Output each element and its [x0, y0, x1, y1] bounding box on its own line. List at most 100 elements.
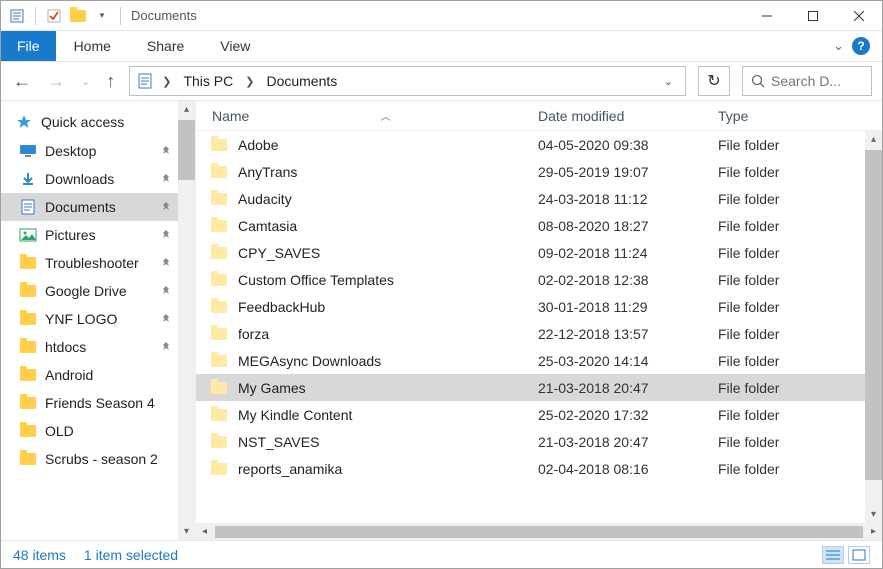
quick-access-toolbar: ▾	[1, 6, 125, 26]
sidebar-item-label: Friends Season 4	[45, 395, 155, 411]
refresh-button[interactable]: ↻	[698, 66, 730, 96]
sidebar-item[interactable]: Documents	[1, 193, 178, 221]
qat-dropdown-icon[interactable]: ▾	[92, 6, 112, 26]
folder-icon	[19, 311, 37, 327]
file-row[interactable]: CPY_SAVES09-02-2018 11:24File folder	[196, 239, 865, 266]
recent-menu-icon[interactable]: ⌄	[79, 75, 92, 88]
picture-icon	[19, 227, 37, 243]
tab-home[interactable]: Home	[56, 31, 129, 61]
properties-icon[interactable]	[7, 6, 27, 26]
main-area: Quick access DesktopDownloadsDocumentsPi…	[1, 101, 882, 540]
window-controls	[744, 1, 882, 31]
folder-icon	[19, 395, 37, 411]
column-header-name[interactable]: Name ︿	[196, 108, 522, 124]
chevron-down-icon[interactable]: ⌄	[833, 38, 844, 54]
file-name: Audacity	[238, 191, 292, 207]
address-dropdown-icon[interactable]: ⌄	[658, 75, 679, 88]
file-name: NST_SAVES	[238, 434, 319, 450]
file-row[interactable]: forza22-12-2018 13:57File folder	[196, 320, 865, 347]
sidebar-section-label: Quick access	[41, 114, 124, 130]
download-icon	[19, 171, 37, 187]
sidebar-item[interactable]: Pictures	[1, 221, 178, 249]
file-row[interactable]: FeedbackHub30-01-2018 11:29File folder	[196, 293, 865, 320]
file-row[interactable]: AnyTrans29-05-2019 19:07File folder	[196, 158, 865, 185]
maximize-button[interactable]	[790, 1, 836, 31]
sidebar-item[interactable]: Desktop	[1, 137, 178, 165]
help-icon[interactable]: ?	[852, 37, 870, 55]
file-row[interactable]: Adobe04-05-2020 09:38File folder	[196, 131, 865, 158]
scroll-up-icon[interactable]: ▴	[865, 131, 882, 148]
pin-icon	[160, 173, 172, 185]
folder-icon	[210, 191, 228, 207]
sidebar-item[interactable]: Troubleshooter	[1, 249, 178, 277]
file-row[interactable]: My Kindle Content25-02-2020 17:32File fo…	[196, 401, 865, 428]
horizontal-scrollbar[interactable]: ◂ ▸	[196, 523, 882, 540]
file-type: File folder	[702, 245, 865, 261]
column-header-date[interactable]: Date modified	[522, 108, 702, 124]
minimize-button[interactable]	[744, 1, 790, 31]
sidebar-item-label: YNF LOGO	[45, 311, 117, 327]
file-row[interactable]: NST_SAVES21-03-2018 20:47File folder	[196, 428, 865, 455]
file-name: forza	[238, 326, 269, 342]
chevron-right-icon[interactable]: ❯	[158, 75, 175, 88]
folder-icon	[210, 434, 228, 450]
file-row[interactable]: Audacity24-03-2018 11:12File folder	[196, 185, 865, 212]
column-headers: Name ︿ Date modified Type	[196, 101, 882, 131]
scroll-up-icon[interactable]: ▴	[178, 101, 195, 118]
sidebar-item[interactable]: YNF LOGO	[1, 305, 178, 333]
sidebar-scrollbar[interactable]: ▴ ▾	[178, 101, 195, 540]
file-row[interactable]: Camtasia08-08-2020 18:27File folder	[196, 212, 865, 239]
sidebar-item[interactable]: Friends Season 4	[1, 389, 178, 417]
file-row[interactable]: MEGAsync Downloads25-03-2020 14:14File f…	[196, 347, 865, 374]
file-type: File folder	[702, 137, 865, 153]
column-header-type[interactable]: Type	[702, 108, 865, 124]
file-name: reports_anamika	[238, 461, 342, 477]
close-button[interactable]	[836, 1, 882, 31]
scroll-thumb[interactable]	[178, 120, 195, 180]
large-icons-view-button[interactable]	[848, 546, 870, 564]
file-row[interactable]: My Games21-03-2018 20:47File folder	[196, 374, 865, 401]
search-input[interactable]	[771, 73, 851, 89]
details-view-button[interactable]	[822, 546, 844, 564]
sidebar-item[interactable]: Android	[1, 361, 178, 389]
breadcrumb-item[interactable]: Documents	[262, 73, 341, 89]
back-button[interactable]: ←	[11, 71, 33, 92]
file-list-scrollbar[interactable]: ▴ ▾	[865, 131, 882, 523]
folder-icon[interactable]	[68, 6, 88, 26]
scroll-right-icon[interactable]: ▸	[865, 523, 882, 540]
file-row[interactable]: reports_anamika02-04-2018 08:16File fold…	[196, 455, 865, 482]
file-name: Camtasia	[238, 218, 297, 234]
sidebar-item[interactable]: OLD	[1, 417, 178, 445]
file-tab[interactable]: File	[1, 31, 56, 61]
breadcrumb-item[interactable]: This PC	[179, 73, 237, 89]
monitor-icon	[19, 143, 37, 159]
titlebar: ▾ Documents	[1, 1, 882, 31]
tab-share[interactable]: Share	[129, 31, 202, 61]
sidebar-item[interactable]: htdocs	[1, 333, 178, 361]
address-bar[interactable]: ❯ This PC ❯ Documents ⌄	[129, 66, 686, 96]
scroll-down-icon[interactable]: ▾	[865, 506, 882, 523]
up-button[interactable]: ↑	[104, 71, 117, 92]
scroll-thumb[interactable]	[865, 150, 882, 480]
file-row[interactable]: Custom Office Templates02-02-2018 12:38F…	[196, 266, 865, 293]
sidebar-item[interactable]: Google Drive	[1, 277, 178, 305]
file-date: 21-03-2018 20:47	[522, 380, 702, 396]
file-name: AnyTrans	[238, 164, 297, 180]
folder-icon	[210, 272, 228, 288]
sidebar-quick-access[interactable]: Quick access	[1, 107, 178, 137]
scroll-down-icon[interactable]: ▾	[178, 523, 195, 540]
navigation-pane: Quick access DesktopDownloadsDocumentsPi…	[1, 101, 178, 540]
forward-button[interactable]: →	[45, 71, 67, 92]
explorer-window: ▾ Documents File Home Share View ⌄ ? ← →…	[0, 0, 883, 569]
sidebar-item[interactable]: Scrubs - season 2	[1, 445, 178, 473]
checkbox-icon[interactable]	[44, 6, 64, 26]
sort-indicator-icon: ︿	[381, 108, 391, 123]
scroll-left-icon[interactable]: ◂	[196, 523, 213, 540]
sidebar-item-label: Android	[45, 367, 93, 383]
search-box[interactable]	[742, 66, 872, 96]
document-icon	[136, 73, 154, 89]
chevron-right-icon[interactable]: ❯	[241, 75, 258, 88]
tab-view[interactable]: View	[202, 31, 268, 61]
scroll-thumb[interactable]	[215, 526, 863, 538]
sidebar-item[interactable]: Downloads	[1, 165, 178, 193]
